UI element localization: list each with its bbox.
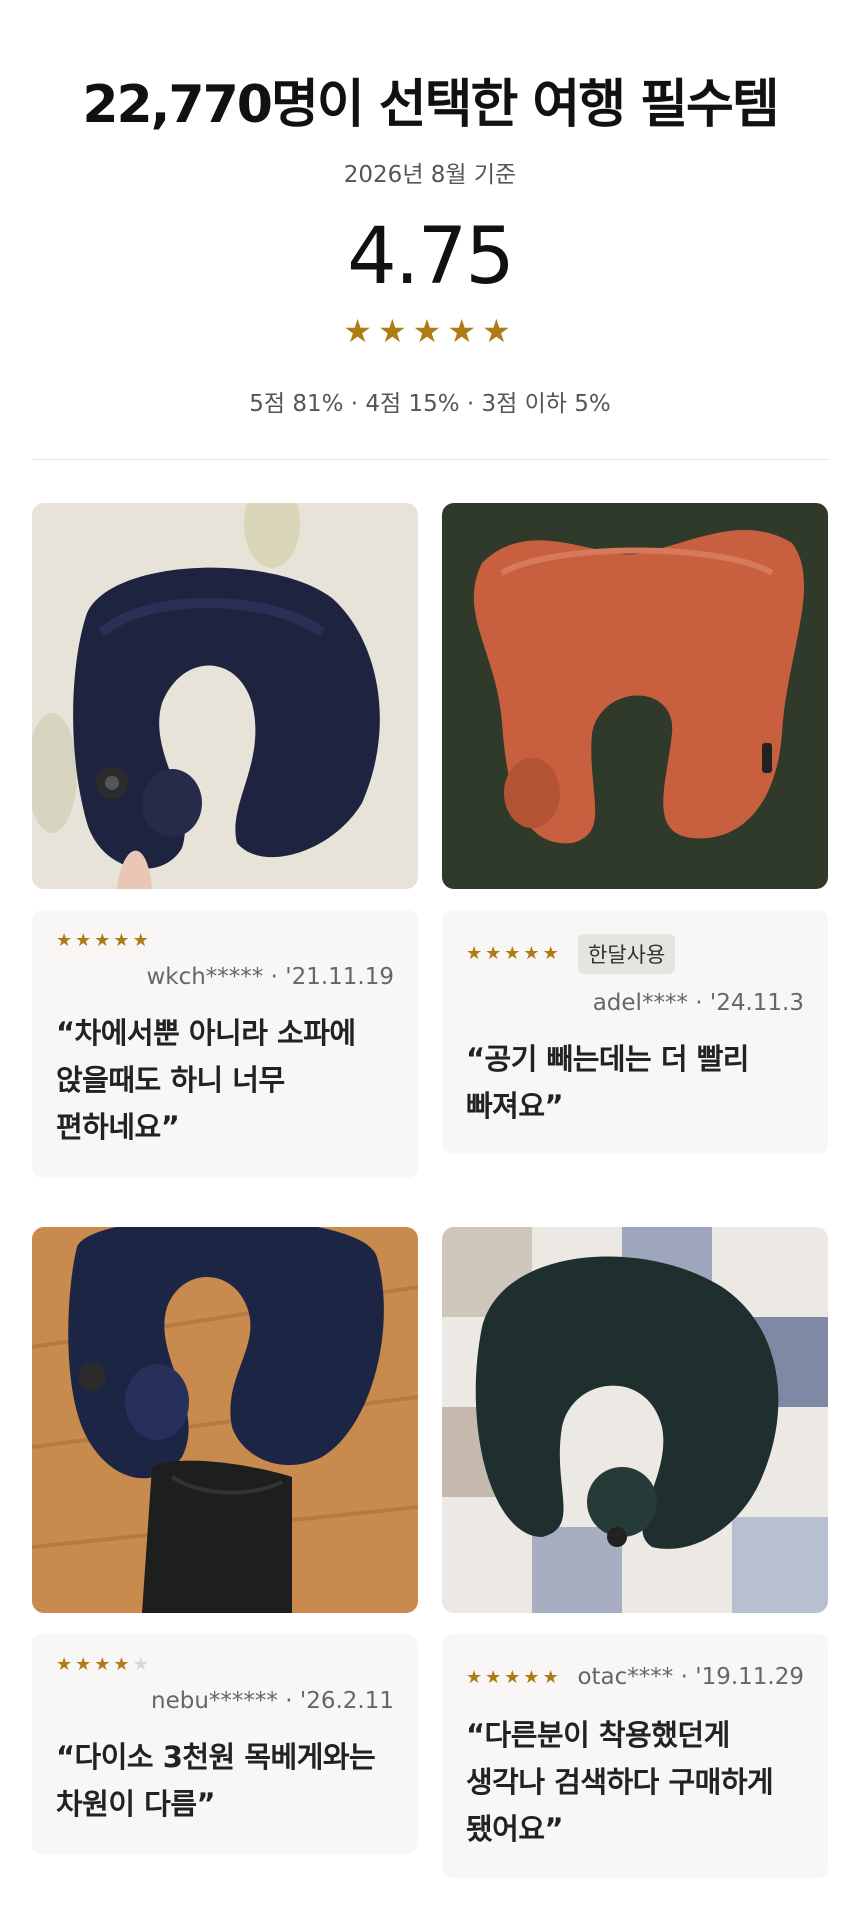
navy-neck-pillow-photo (32, 503, 418, 889)
review-stars: ★★★★★ (56, 930, 152, 951)
quote-line: 앉을때도 하니 너무 (56, 1063, 285, 1097)
star-icon: ★ (542, 943, 562, 964)
star-icon: ★ (132, 930, 152, 951)
star-icon: ★ (377, 312, 413, 350)
review-date: '21.11.19 (285, 964, 394, 990)
star-icon: ★ (94, 930, 114, 951)
review-photo-2[interactable] (442, 503, 828, 889)
review-card-4[interactable]: ★★★★★ otac**** · '19.11.29 “다른분이 착용했던게 생… (442, 1634, 828, 1878)
partial-star-icon: ★ ★ (482, 312, 517, 350)
review-date: '26.2.11 (299, 1688, 394, 1714)
quote-line: 됐어요” (466, 1812, 564, 1846)
review-photo-4[interactable] (442, 1227, 828, 1613)
review-card-2[interactable]: ★★★★★ 한달사용 adel**** · '24.11.3 “공기 빼는데는 … (442, 910, 828, 1154)
review-stars: ★★★★★ (466, 1667, 562, 1688)
date-basis-label: 2026년 8월 기준 (343, 162, 517, 188)
quote-line: “공기 빼는데는 더 빨리 (466, 1042, 749, 1076)
review-summary-page: 22,770명이 선택한 여행 필수템 2026년 8월 기준 4.75 ★★★… (0, 0, 860, 1921)
star-empty-icon: ★ (132, 1654, 152, 1675)
star-icon: ★ (485, 943, 505, 964)
star-icon: ★ (56, 1654, 76, 1675)
star-icon: ★ (94, 1654, 114, 1675)
star-icon: ★ (56, 930, 76, 951)
review-date: '24.11.3 (709, 990, 804, 1016)
star-icon: ★ (447, 312, 483, 350)
star-icon: ★ (113, 930, 133, 951)
review-stars: ★★★★★ (56, 1654, 152, 1675)
star-icon: ★ (412, 312, 448, 350)
review-date: '19.11.29 (695, 1664, 804, 1690)
star-icon: ★ (466, 1667, 486, 1688)
quote-line: “다른분이 착용했던게 (466, 1718, 730, 1752)
quote-line: 생각나 검색하다 구매하게 (466, 1765, 774, 1799)
quote-line: “차에서뿐 아니라 소파에 (56, 1016, 356, 1050)
divider (32, 459, 828, 460)
average-rating-stars: ★★★★★ ★ (0, 312, 860, 350)
review-meta: adel**** · '24.11.3 (592, 990, 804, 1016)
review-quote: “공기 빼는데는 더 빨리 빠져요” (466, 1036, 806, 1130)
review-stars: ★★★★★ (466, 943, 562, 964)
review-quote: “차에서뿐 아니라 소파에 앉을때도 하니 너무 편하네요” (56, 1010, 396, 1151)
review-card-3[interactable]: ★★★★★ nebu****** · '26.2.11 “다이소 3천원 목베게… (32, 1634, 418, 1854)
orange-neck-pillow-photo (442, 503, 828, 889)
review-quote: “다른분이 착용했던게 생각나 검색하다 구매하게 됐어요” (466, 1712, 806, 1853)
review-photo-1[interactable] (32, 503, 418, 889)
quote-line: 빠져요” (466, 1089, 564, 1123)
star-icon: ★ (113, 1654, 133, 1675)
star-icon: ★ (504, 1667, 524, 1688)
review-card-1[interactable]: ★★★★★ wkch***** · '21.11.19 “차에서뿐 아니라 소파… (32, 910, 418, 1178)
review-meta: otac**** · '19.11.29 (577, 1664, 804, 1690)
review-photo-3[interactable] (32, 1227, 418, 1613)
reviewer-name: otac**** (577, 1664, 674, 1690)
reviewer-name: adel**** (592, 990, 688, 1016)
usage-tag: 한달사용 (578, 934, 676, 974)
navy-pillow-with-pouch-photo (32, 1227, 418, 1613)
page-title: 22,770명이 선택한 여행 필수템 (82, 75, 779, 135)
star-icon: ★ (466, 943, 486, 964)
quote-line: 차원이 다름” (56, 1787, 216, 1821)
average-rating: 4.75 (347, 212, 515, 302)
star-icon: ★ (523, 1667, 543, 1688)
reviewer-name: wkch***** (146, 964, 264, 990)
star-icon: ★ (523, 943, 543, 964)
star-icon: ★ (343, 312, 378, 350)
star-icon: ★ (75, 1654, 95, 1675)
star-icon: ★ (485, 1667, 505, 1688)
dark-green-neck-pillow-photo (442, 1227, 828, 1613)
star-icon: ★ (75, 930, 95, 951)
quote-line: 편하네요” (56, 1110, 180, 1144)
star-icon: ★ (504, 943, 524, 964)
quote-line: “다이소 3천원 목베게와는 (56, 1740, 376, 1774)
review-quote: “다이소 3천원 목베게와는 차원이 다름” (56, 1734, 396, 1828)
review-meta: nebu****** · '26.2.11 (151, 1688, 394, 1714)
rating-distribution: 5점 81% · 4점 15% · 3점 이하 5% (249, 391, 611, 417)
review-meta: wkch***** · '21.11.19 (146, 964, 394, 990)
reviewer-name: nebu****** (151, 1688, 278, 1714)
star-icon: ★ (542, 1667, 562, 1688)
